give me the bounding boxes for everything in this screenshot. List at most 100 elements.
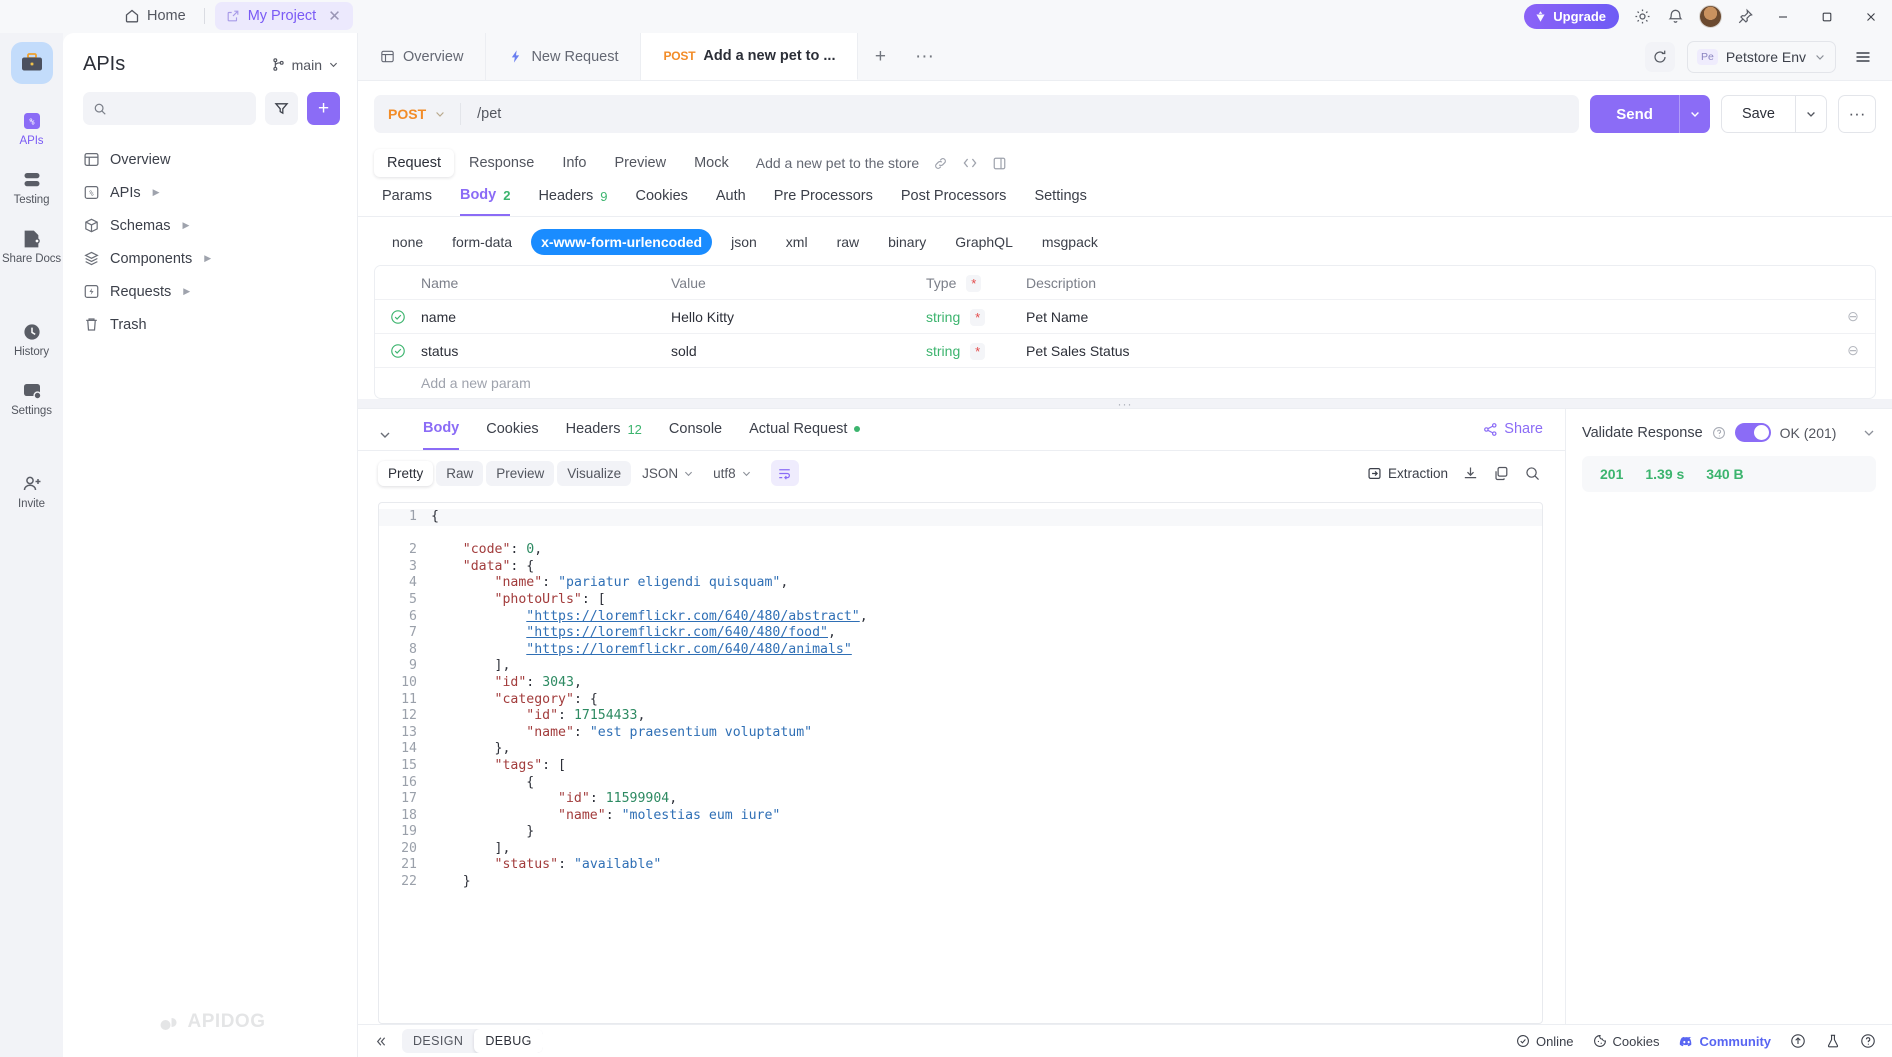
- btab-settings[interactable]: Settings: [1034, 188, 1086, 215]
- seg-preview[interactable]: Preview: [602, 149, 680, 177]
- expand-caret-icon[interactable]: ▶: [183, 286, 190, 297]
- mode-debug[interactable]: DEBUG: [474, 1029, 543, 1053]
- view-visualize[interactable]: Visualize: [557, 460, 632, 486]
- tab-add-a-new-pet[interactable]: POST Add a new pet to ...: [641, 33, 859, 80]
- sidebar-item-components[interactable]: Components ▶: [73, 242, 347, 275]
- hamburger-icon[interactable]: [1848, 48, 1878, 66]
- download-icon[interactable]: [1462, 465, 1479, 482]
- search-input[interactable]: [114, 101, 246, 116]
- method-selector[interactable]: POST: [374, 103, 462, 125]
- expand-caret-icon[interactable]: ▶: [204, 253, 211, 264]
- sidebar-item-schemas[interactable]: Schemas ▶: [73, 209, 347, 242]
- chevron-down-icon[interactable]: [378, 428, 392, 442]
- code-scroll-area[interactable]: 1{ 2 "code": 0, 3 "data": { 4 "name": "p…: [378, 502, 1543, 1024]
- row-remove-button[interactable]: ⊖: [1831, 308, 1875, 325]
- tab-overflow-button[interactable]: ···: [902, 33, 946, 80]
- filter-icon[interactable]: [265, 92, 298, 125]
- expand-caret-icon[interactable]: ▶: [182, 220, 189, 231]
- window-close-button[interactable]: [1856, 1, 1886, 33]
- rtab-console[interactable]: Console: [669, 421, 722, 449]
- search-icon[interactable]: [1524, 465, 1541, 482]
- rail-item-invite[interactable]: Invite: [0, 473, 63, 510]
- row-name[interactable]: status: [421, 343, 671, 359]
- rtab-cookies[interactable]: Cookies: [486, 421, 538, 449]
- btab-post-processors[interactable]: Post Processors: [901, 188, 1007, 215]
- save-dropdown-caret[interactable]: [1795, 96, 1826, 132]
- row-type-wrap[interactable]: string *: [926, 342, 1026, 360]
- row-checkbox[interactable]: [375, 309, 421, 325]
- upgrade-button[interactable]: Upgrade: [1524, 4, 1619, 29]
- rtab-headers[interactable]: Headers 12: [566, 421, 642, 449]
- tab-overview[interactable]: Overview: [358, 33, 487, 80]
- row-type-wrap[interactable]: string *: [926, 308, 1026, 326]
- maximize-button[interactable]: [1812, 1, 1842, 33]
- bell-icon[interactable]: [1666, 7, 1685, 26]
- table-row[interactable]: status sold string * Pet Sales Status ⊖: [375, 334, 1875, 368]
- rtab-body[interactable]: Body: [423, 420, 460, 450]
- minimize-button[interactable]: [1768, 1, 1798, 33]
- url-input[interactable]: /pet: [461, 106, 501, 122]
- more-actions-button[interactable]: ···: [1838, 95, 1876, 133]
- btab-params[interactable]: Params: [382, 188, 432, 215]
- flask-icon[interactable]: [1825, 1033, 1841, 1049]
- panel-splitter[interactable]: ···: [358, 397, 1892, 411]
- help-icon[interactable]: [1712, 426, 1726, 440]
- panel-icon[interactable]: [992, 156, 1007, 171]
- row-remove-button[interactable]: ⊖: [1831, 342, 1875, 359]
- share-button[interactable]: Share: [1483, 421, 1549, 449]
- rtab-actual-request[interactable]: Actual Request: [749, 421, 861, 449]
- branch-selector[interactable]: main: [271, 57, 339, 73]
- rail-item-history[interactable]: History: [0, 321, 63, 358]
- search-box[interactable]: [83, 92, 256, 125]
- status-community[interactable]: Community: [1679, 1034, 1771, 1049]
- row-checkbox[interactable]: [375, 343, 421, 359]
- help-icon[interactable]: [1860, 1033, 1876, 1049]
- rail-item-apis[interactable]: % APIs: [0, 110, 63, 147]
- mime-form-data[interactable]: form-data: [442, 229, 522, 255]
- row-description[interactable]: Pet Name: [1026, 309, 1831, 325]
- new-tab-button[interactable]: +: [858, 33, 902, 80]
- seg-response[interactable]: Response: [456, 149, 547, 177]
- mode-design[interactable]: DESIGN: [402, 1029, 474, 1053]
- save-button[interactable]: Save: [1720, 95, 1827, 133]
- expand-caret-icon[interactable]: ▶: [153, 187, 160, 198]
- copy-icon[interactable]: [1493, 465, 1510, 482]
- mime-xml[interactable]: xml: [776, 229, 818, 255]
- mime-binary[interactable]: binary: [878, 229, 936, 255]
- format-select[interactable]: JSON: [634, 461, 702, 486]
- home-tab[interactable]: Home: [116, 4, 194, 28]
- seg-mock[interactable]: Mock: [681, 149, 742, 177]
- add-button[interactable]: +: [307, 92, 340, 125]
- rail-item-settings[interactable]: Settings: [0, 380, 63, 417]
- mime-x-www-form-urlencoded[interactable]: x-www-form-urlencoded: [531, 229, 713, 255]
- refresh-icon[interactable]: [1645, 41, 1675, 72]
- code-icon[interactable]: [962, 155, 978, 171]
- link-icon[interactable]: [933, 156, 948, 171]
- mime-graphql[interactable]: GraphQL: [945, 229, 1023, 255]
- method-url-field[interactable]: POST /pet: [374, 95, 1580, 133]
- validate-response-toggle[interactable]: [1734, 423, 1771, 442]
- seg-info[interactable]: Info: [549, 149, 599, 177]
- charset-select[interactable]: utf8: [705, 461, 760, 486]
- environment-picker[interactable]: Pe Petstore Env: [1687, 40, 1836, 73]
- pin-icon[interactable]: [1736, 8, 1754, 26]
- sidebar-item-apis[interactable]: % APIs ▶: [73, 176, 347, 209]
- workspace-logo[interactable]: [10, 42, 53, 84]
- btab-headers[interactable]: Headers 9: [538, 188, 607, 215]
- rail-item-share-docs[interactable]: Share Docs: [0, 228, 63, 265]
- response-code-viewer[interactable]: 1{ 2 "code": 0, 3 "data": { 4 "name": "p…: [358, 492, 1565, 1024]
- btab-cookies[interactable]: Cookies: [636, 188, 688, 215]
- wrap-lines-icon[interactable]: [770, 460, 799, 486]
- send-dropdown-caret[interactable]: [1678, 95, 1710, 133]
- mime-raw[interactable]: raw: [827, 229, 870, 255]
- view-preview[interactable]: Preview: [486, 460, 555, 486]
- sidebar-item-trash[interactable]: Trash: [73, 308, 347, 341]
- sidebar-item-requests[interactable]: Requests ▶: [73, 275, 347, 308]
- rail-item-testing[interactable]: Testing: [0, 169, 63, 206]
- table-row[interactable]: name Hello Kitty string * Pet Name ⊖: [375, 300, 1875, 334]
- mime-msgpack[interactable]: msgpack: [1032, 229, 1108, 255]
- avatar[interactable]: [1699, 5, 1722, 28]
- status-online[interactable]: Online: [1516, 1034, 1574, 1049]
- send-button[interactable]: Send: [1590, 95, 1710, 133]
- seg-request[interactable]: Request: [374, 149, 455, 177]
